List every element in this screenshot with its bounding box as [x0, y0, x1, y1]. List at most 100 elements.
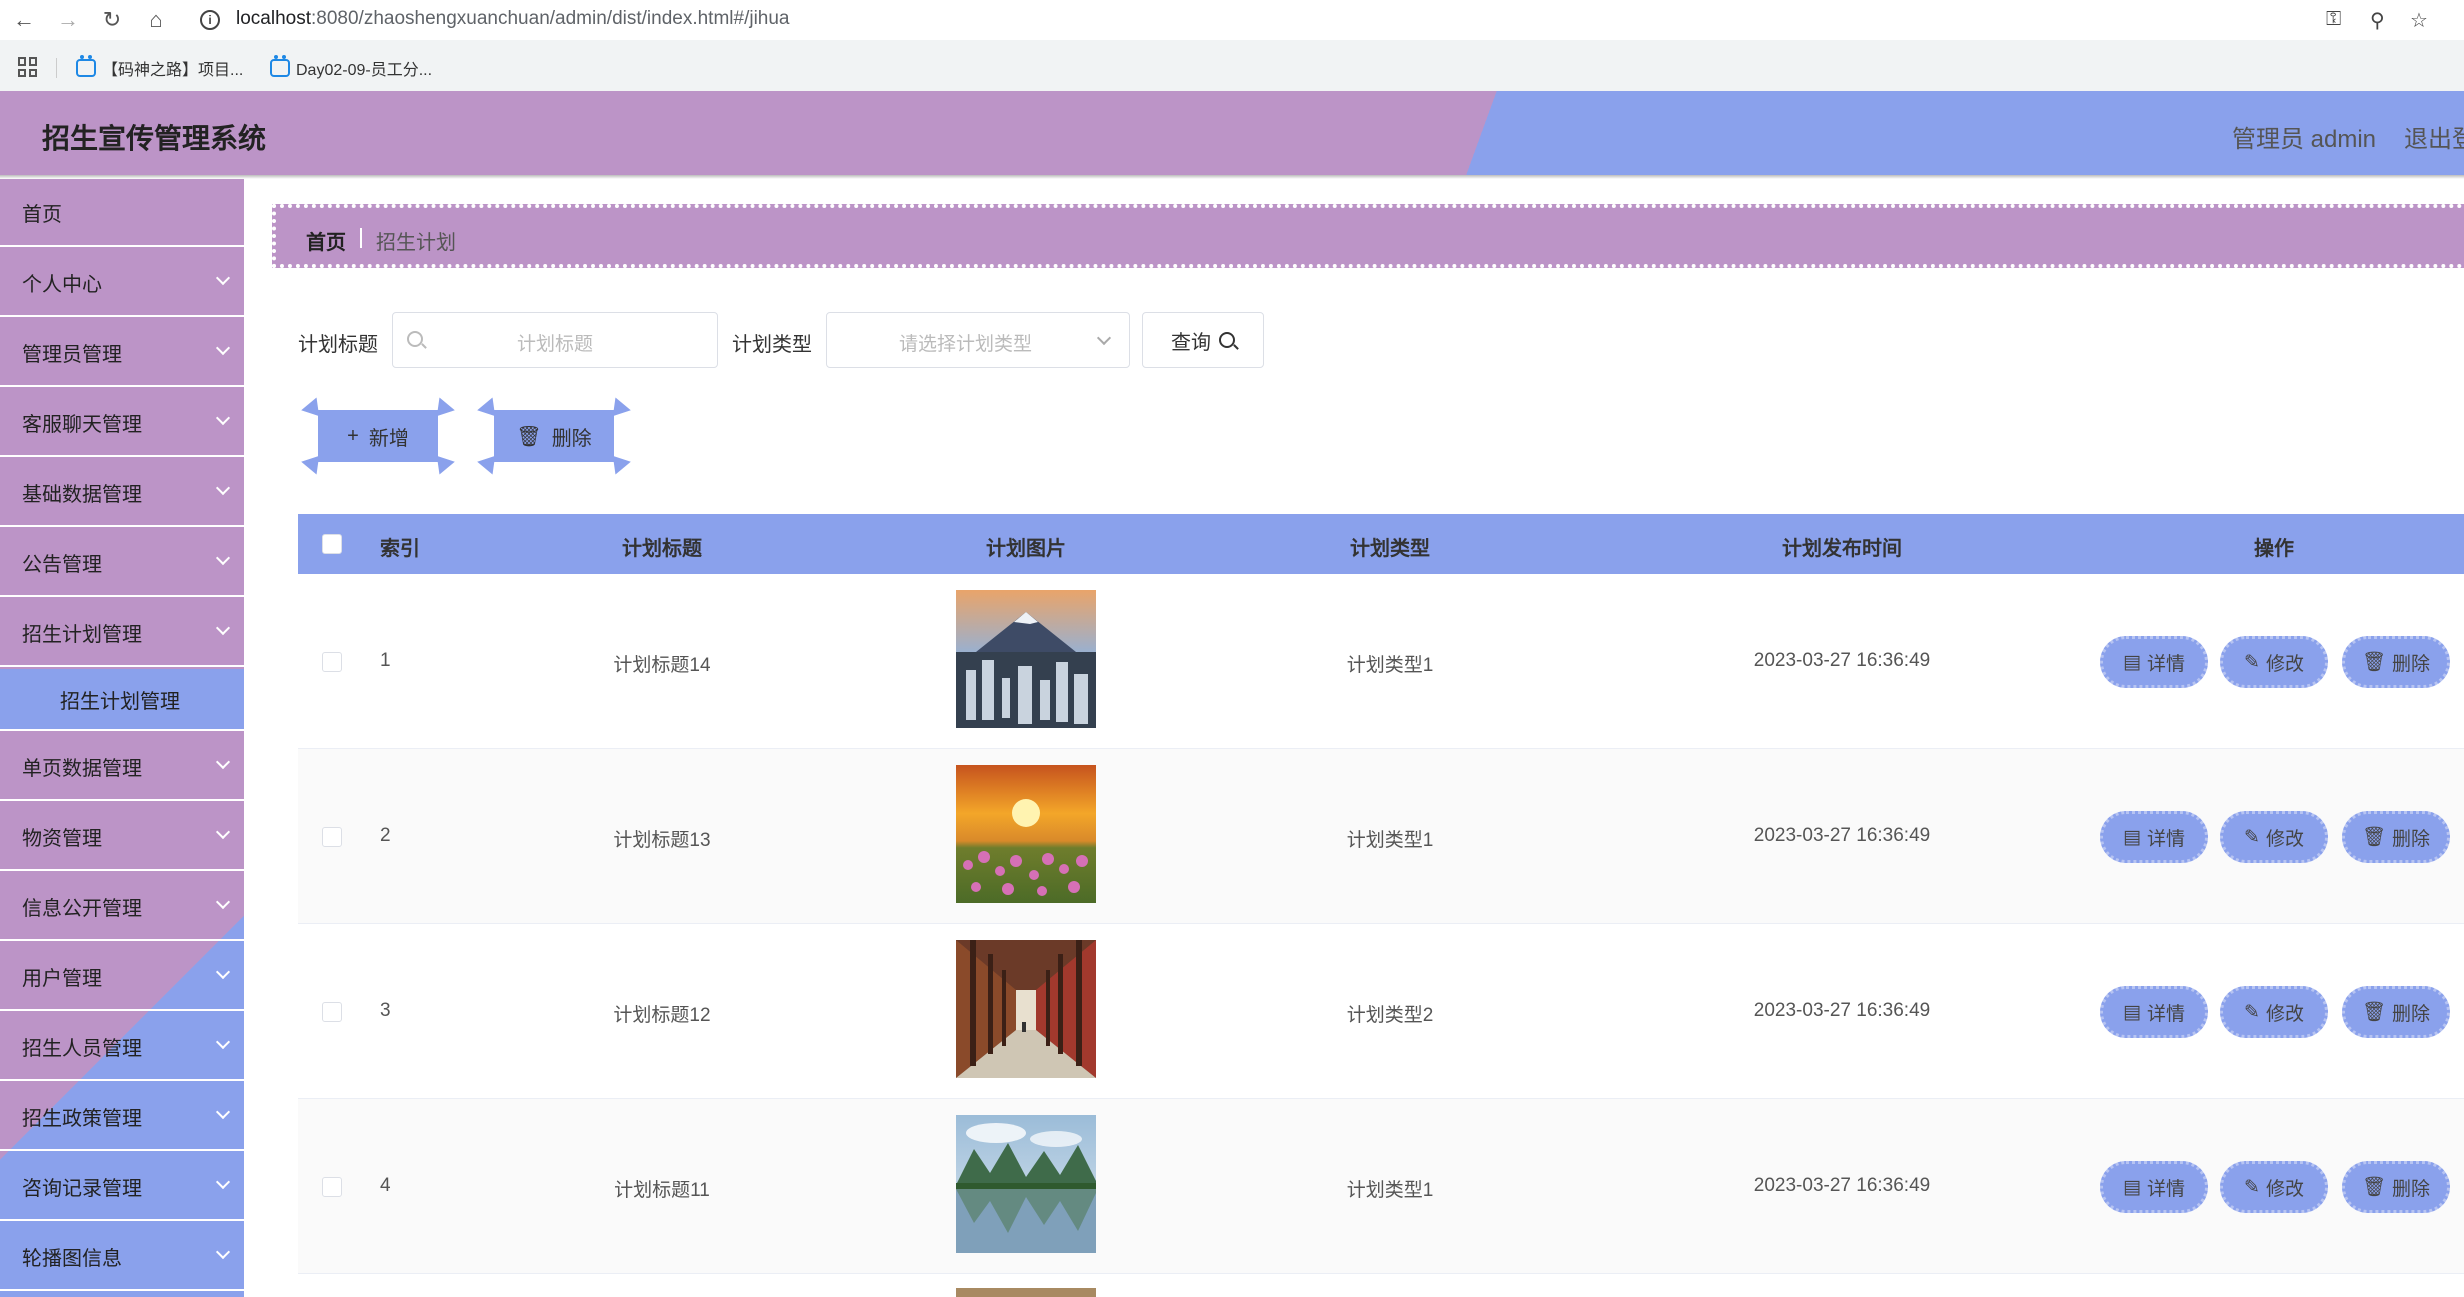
delete-button[interactable]: 🗑 删除 [2342, 1161, 2450, 1213]
site-info-icon[interactable]: i [200, 10, 220, 30]
bookmarks-bar: 【码神之路】项目... Day02-09-员工分... [0, 50, 2464, 122]
sidebar-subitem-plans[interactable]: 招生计划管理 [0, 669, 244, 731]
sidebar-item-admins[interactable]: 管理员管理 [0, 319, 244, 387]
sidebar-item-recruiters[interactable]: 招生人员管理 [0, 1013, 244, 1081]
row-checkbox[interactable] [322, 1002, 342, 1022]
title-search-input[interactable]: 计划标题 [392, 312, 718, 368]
query-button[interactable]: 查询 [1142, 312, 1264, 368]
edit-button[interactable]: ✎ 修改 [2220, 1161, 2328, 1213]
detail-button[interactable]: ▤ 详情 [2100, 1161, 2208, 1213]
sidebar-item-label: 基础数据管理 [22, 483, 142, 506]
sidebar-item-label: 信息公开管理 [22, 897, 142, 920]
decor-corner [301, 397, 327, 423]
plan-image-lake-mountains[interactable] [956, 1115, 1096, 1253]
sidebar-item-label: 客服聊天管理 [22, 413, 142, 436]
sidebar-item-chat[interactable]: 客服聊天管理 [0, 389, 244, 457]
current-user: 管理员 admin [2232, 126, 2377, 153]
type-filter-label: 计划类型 [732, 334, 812, 356]
sidebar-item-label: 轮播图信息 [22, 1247, 122, 1270]
sidebar-item-plans[interactable]: 招生计划管理 [0, 599, 244, 667]
type-select[interactable]: 请选择计划类型 [826, 312, 1130, 368]
column-header-actions: 操作 [2254, 538, 2294, 560]
row-checkbox[interactable] [322, 827, 342, 847]
plus-icon: + [347, 424, 359, 447]
detail-button-label: 详情 [2146, 653, 2185, 675]
key-icon[interactable]: ⚿ [2326, 8, 2341, 31]
select-all-checkbox[interactable] [322, 534, 342, 554]
bilibili-icon [270, 55, 290, 77]
edit-button[interactable]: ✎ 修改 [2220, 986, 2328, 1038]
edit-button[interactable]: ✎ 修改 [2220, 636, 2328, 688]
decor-corner [605, 397, 631, 423]
plan-image-corridor[interactable] [956, 940, 1096, 1078]
row-checkbox[interactable] [322, 652, 342, 672]
batch-delete-button[interactable]: 🗑 删除 [477, 397, 631, 475]
app-header: 招生宣传管理系统 管理员 admin 退出登 [0, 91, 2464, 175]
back-arrow-icon[interactable]: ← [10, 6, 38, 34]
trash-icon: 🗑 [2361, 1002, 2387, 1023]
chevron-down-icon [215, 1244, 231, 1260]
chevron-down-icon [215, 964, 231, 980]
delete-button[interactable]: 🗑 删除 [2342, 636, 2450, 688]
breadcrumb: 首页 招生计划 [272, 204, 2464, 268]
sidebar-item-notices[interactable]: 公告管理 [0, 529, 244, 597]
sidebar-item-label: 招生人员管理 [22, 1037, 142, 1060]
sidebar-item-users[interactable]: 用户管理 [0, 943, 244, 1011]
sidebar-item-basedata[interactable]: 基础数据管理 [0, 459, 244, 527]
breadcrumb-home[interactable]: 首页 [306, 226, 346, 255]
edit-button[interactable]: ✎ 修改 [2220, 811, 2328, 863]
home-icon[interactable]: ⌂ [142, 6, 170, 34]
zoom-icon[interactable]: ⚲ [2370, 8, 2385, 33]
detail-button[interactable]: ▤ 详情 [2100, 811, 2208, 863]
sidebar-item-label: 咨询记录管理 [22, 1177, 142, 1200]
edit-icon: ✎ [2244, 651, 2260, 673]
detail-button[interactable]: ▤ 详情 [2100, 636, 2208, 688]
chevron-down-icon [1096, 330, 1112, 346]
logout-link[interactable]: 退出登 [2404, 119, 2464, 154]
row-title: 计划标题11 [614, 1180, 710, 1201]
delete-button[interactable]: 🗑 删除 [2342, 986, 2450, 1038]
reload-icon[interactable]: ↻ [98, 6, 126, 34]
add-button[interactable]: + 新增 [301, 397, 455, 475]
sidebar-item-policies[interactable]: 招生政策管理 [0, 1083, 244, 1151]
plan-image-mountain-city[interactable] [956, 590, 1096, 728]
sidebar-item-consultations[interactable]: 咨询记录管理 [0, 1153, 244, 1221]
sidebar-item-label: 首页 [22, 203, 62, 226]
edit-button-label: 修改 [2265, 1003, 2304, 1025]
row-type: 计划类型1 [1346, 1180, 1434, 1201]
row-title: 计划标题14 [613, 655, 711, 676]
chevron-down-icon [215, 1104, 231, 1120]
column-header-image: 计划图片 [986, 538, 1066, 560]
sidebar-item-singlepage[interactable]: 单页数据管理 [0, 733, 244, 801]
document-icon: ▤ [2123, 1176, 2141, 1198]
edit-icon: ✎ [2244, 1001, 2260, 1023]
bookmark-label: 【码神之路】项目... [102, 62, 244, 79]
detail-button[interactable]: ▤ 详情 [2100, 986, 2208, 1038]
chevron-down-icon [215, 1174, 231, 1190]
sidebar-item-home[interactable]: 首页 [0, 179, 244, 247]
row-index: 4 [380, 1175, 391, 1196]
add-button-label: 新增 [368, 427, 409, 450]
edit-icon: ✎ [2244, 826, 2260, 848]
document-icon: ▤ [2123, 651, 2141, 673]
star-icon[interactable]: ☆ [2410, 8, 2428, 33]
chevron-down-icon [215, 824, 231, 840]
sidebar-item-label: 管理员管理 [22, 343, 122, 366]
url-text[interactable]: localhost:8080/zhaoshengxuanchuan/admin/… [236, 8, 790, 30]
plan-image-sunset-flowers[interactable] [956, 765, 1096, 903]
forward-arrow-icon[interactable]: → [54, 6, 82, 34]
sidebar-item-disclosure[interactable]: 信息公开管理 [0, 873, 244, 941]
row-title: 计划标题13 [613, 830, 711, 851]
sidebar-item-materials[interactable]: 物资管理 [0, 803, 244, 871]
sidebar-item-personal[interactable]: 个人中心 [0, 249, 244, 317]
row-checkbox[interactable] [322, 1177, 342, 1197]
table-row: 3 计划标题12 计划类型2 2023-03-27 16:36:49 ▤ 详情 ✎… [298, 924, 2464, 1099]
bookmark-item[interactable]: Day02-09-员工分... [270, 55, 432, 80]
delete-button-label: 删除 [2392, 1178, 2431, 1200]
sidebar-item-carousel[interactable]: 轮播图信息 [0, 1223, 244, 1291]
title-filter-label: 计划标题 [298, 334, 378, 356]
decor-corner [477, 449, 503, 475]
delete-button[interactable]: 🗑 删除 [2342, 811, 2450, 863]
bookmark-item[interactable]: 【码神之路】项目... [76, 55, 244, 80]
query-button-label: 查询 [1171, 331, 1211, 354]
